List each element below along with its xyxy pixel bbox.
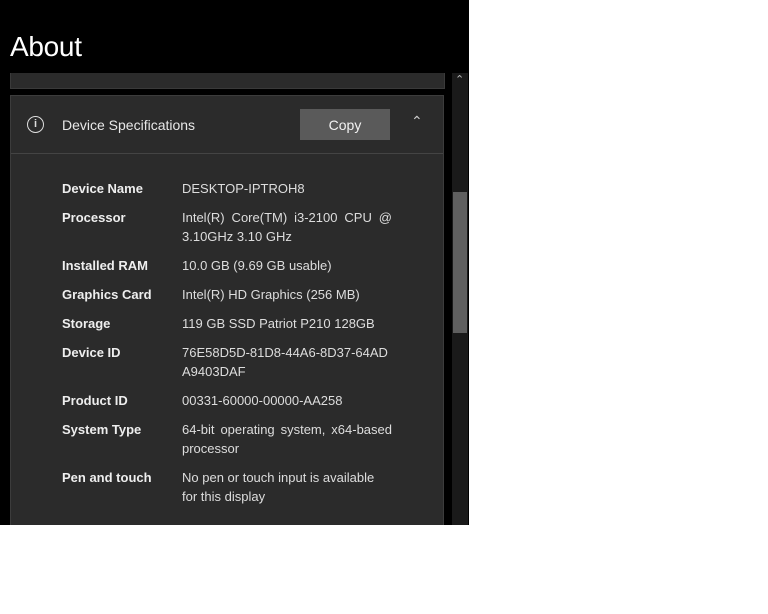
spec-label: Installed RAM bbox=[62, 258, 148, 273]
spec-label: Graphics Card bbox=[62, 287, 152, 302]
card-header[interactable]: i Device Specifications Copy ⌃ bbox=[11, 96, 443, 154]
spec-value: 76E58D5D-81D8-44A6-8D37-64ADA9403DAF bbox=[182, 345, 388, 379]
spec-row: Product ID 00331-60000-00000-AA258 bbox=[11, 391, 443, 410]
info-icon: i bbox=[27, 116, 44, 133]
spec-row: Device ID 76E58D5D-81D8-44A6-8D37-64ADA94… bbox=[11, 343, 443, 381]
chevron-up-icon[interactable]: ⌃ bbox=[411, 113, 423, 130]
spec-value: 64-bit operating system, x64-based proce… bbox=[182, 422, 392, 456]
previous-card bbox=[10, 73, 445, 89]
spec-label: System Type bbox=[62, 422, 142, 437]
spec-row: System Type 64-bit operating system, x64-… bbox=[11, 420, 443, 458]
card-title: Device Specifications bbox=[62, 117, 196, 133]
spec-row: Installed RAM 10.0 GB (9.69 GB usable) bbox=[11, 256, 443, 275]
spec-label: Storage bbox=[62, 316, 111, 331]
spec-row: Graphics Card Intel(R) HD Graphics (256 M… bbox=[11, 285, 443, 304]
spec-value: Intel(R) HD Graphics (256 MB) bbox=[182, 287, 360, 302]
scrollbar[interactable]: ⌃ bbox=[452, 73, 468, 525]
scrollbar-thumb[interactable] bbox=[453, 192, 467, 333]
page-title: About bbox=[10, 31, 82, 62]
spec-label: Device Name bbox=[62, 181, 143, 196]
spec-row: Storage 119 GB SSD Patriot P210 128GB bbox=[11, 314, 443, 333]
spec-row: Processor Intel(R) Core(TM) i3-2100 CPU @… bbox=[11, 208, 443, 246]
spec-value: DESKTOP-IPTROH8 bbox=[182, 181, 305, 196]
device-specifications-card: i Device Specifications Copy ⌃ Device Na… bbox=[10, 95, 444, 525]
spec-value: 10.0 GB (9.69 GB usable) bbox=[182, 258, 332, 273]
spec-label: Product ID bbox=[62, 393, 128, 408]
spec-value: 00331-60000-00000-AA258 bbox=[182, 393, 343, 408]
copy-button[interactable]: Copy bbox=[300, 109, 390, 140]
spec-row: Device Name DESKTOP-IPTROH8 bbox=[11, 179, 443, 198]
spec-label: Pen and touch bbox=[62, 470, 152, 485]
spec-value: 119 GB SSD Patriot P210 128GB bbox=[182, 316, 375, 331]
scroll-up-arrow-icon[interactable]: ⌃ bbox=[455, 73, 464, 86]
spec-value: Intel(R) Core(TM) i3-2100 CPU @ 3.10GHz … bbox=[182, 210, 392, 244]
spec-row: Pen and touch No pen or touch input is av… bbox=[11, 468, 443, 506]
settings-window: About i Device Specifications Copy ⌃ Dev… bbox=[0, 0, 469, 525]
spec-label: Device ID bbox=[62, 345, 121, 360]
spec-label: Processor bbox=[62, 210, 126, 225]
spec-value: No pen or touch input is available for t… bbox=[182, 470, 375, 504]
